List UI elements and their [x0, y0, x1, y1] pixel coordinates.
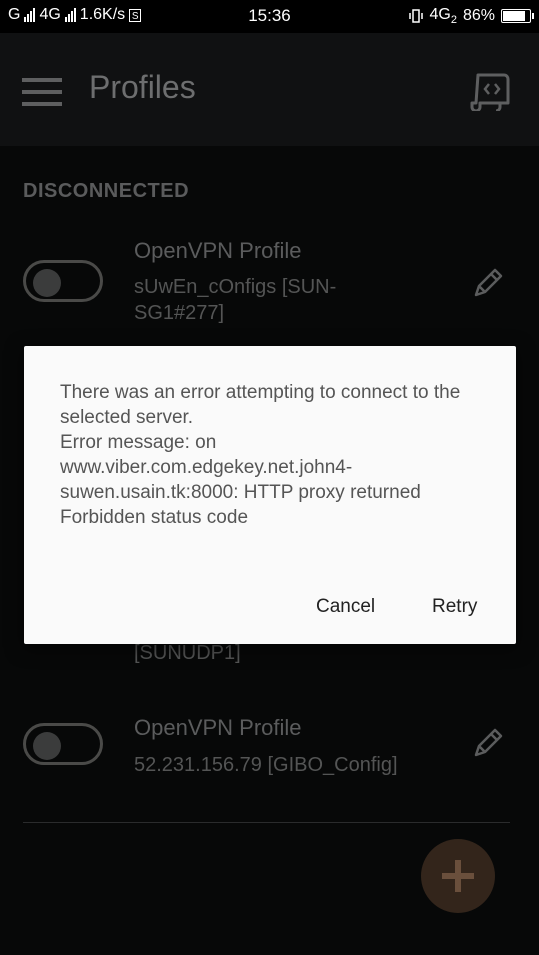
list-divider	[23, 822, 510, 823]
battery-fill	[503, 11, 525, 22]
status-right: 4G2 86%	[408, 6, 534, 26]
page-title: Profiles	[89, 69, 196, 105]
edit-pencil-icon[interactable]	[470, 265, 506, 301]
battery-percent: 86%	[462, 7, 495, 25]
section-header: DISCONNECTED	[23, 180, 190, 202]
connect-toggle[interactable]	[23, 260, 103, 302]
toggle-knob	[33, 269, 61, 297]
profile-detail: 52.231.156.79 [GIBO_Config]	[134, 754, 398, 776]
vibrate-icon	[408, 9, 423, 23]
connect-toggle[interactable]	[23, 723, 103, 765]
plus-icon	[442, 860, 474, 892]
toggle-knob	[33, 732, 61, 760]
profile-detail: sUwEn_cOnfigs [SUN-SG1#277]	[134, 276, 337, 324]
dialog-message: There was an error attempting to connect…	[60, 382, 461, 528]
edit-pencil-icon[interactable]	[470, 725, 506, 761]
network-sub-label: 2	[450, 14, 457, 27]
battery-icon	[501, 9, 534, 24]
network-type: 4G2	[430, 6, 457, 26]
profile-name: OpenVPN Profile	[134, 238, 302, 263]
app-bar: Profiles	[0, 33, 539, 146]
hamburger-icon[interactable]	[22, 78, 62, 106]
network-type-label: 4G	[429, 6, 451, 23]
retry-button[interactable]: Retry	[432, 596, 477, 618]
error-dialog: There was an error attempting to connect…	[24, 346, 516, 644]
status-bar: G 4G 1.6K/s S 15:36 4G2 86%	[0, 0, 539, 33]
add-profile-button[interactable]	[421, 839, 495, 913]
profile-name: OpenVPN Profile	[134, 715, 302, 740]
cancel-button[interactable]: Cancel	[316, 596, 375, 618]
code-document-icon[interactable]	[470, 71, 512, 111]
